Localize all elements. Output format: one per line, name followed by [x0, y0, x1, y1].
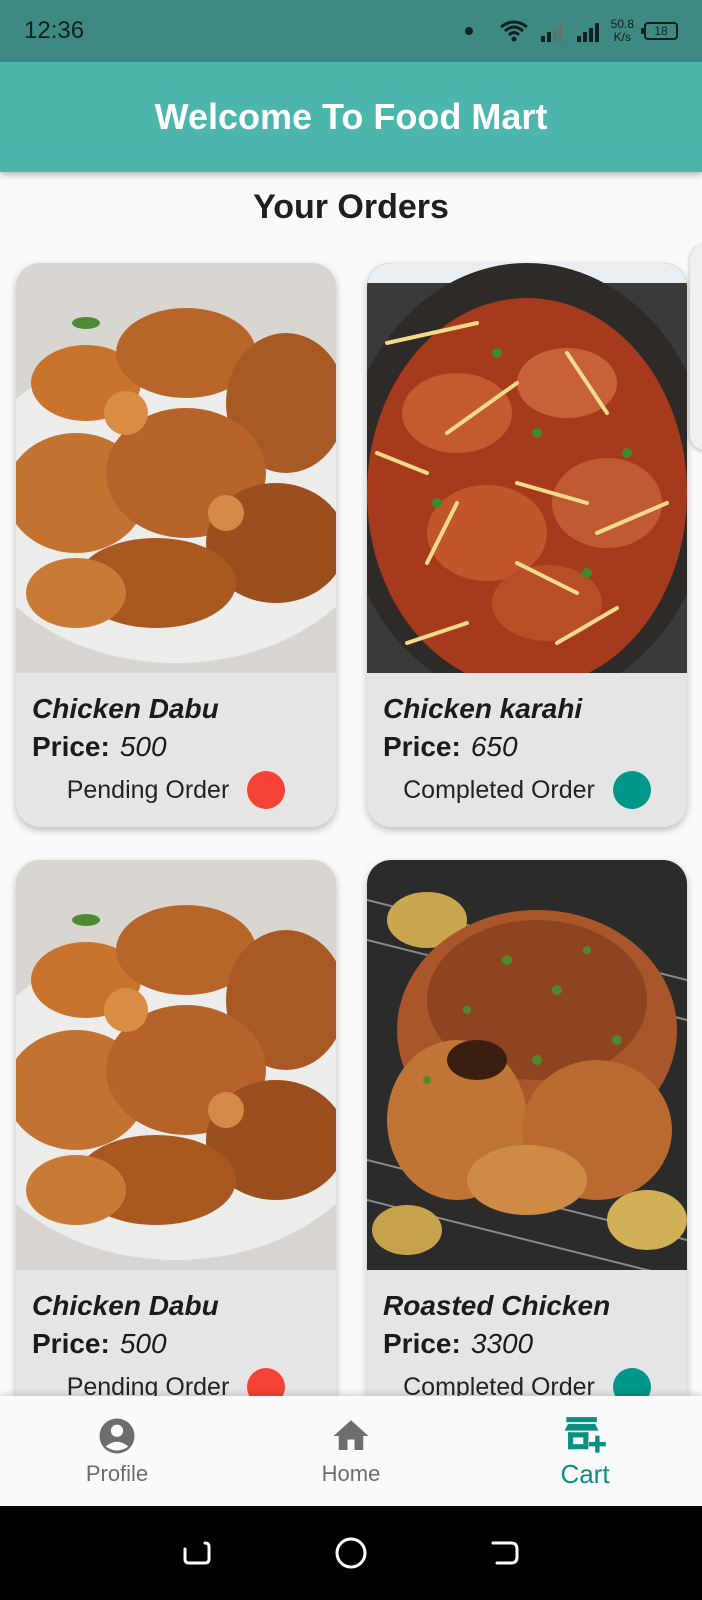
- signal-2-icon: [576, 23, 599, 42]
- back-icon[interactable]: [487, 1535, 523, 1571]
- order-card[interactable]: Chicken Dabu Price: 500 Pending Order: [16, 860, 336, 1424]
- nav-label: Profile: [85, 1461, 149, 1486]
- fried-chicken-image: [16, 860, 336, 1270]
- fried-chicken-image: [16, 263, 336, 673]
- app-title: Welcome To Food Mart: [154, 96, 548, 137]
- section-title: Your Orders: [253, 188, 449, 226]
- order-card[interactable]: Roasted Chicken Price: 3300 Completed Ord…: [367, 860, 687, 1424]
- app-bar: Welcome To Food Mart: [0, 62, 702, 172]
- order-card[interactable]: Chicken Dabu Price: 500 Pending Order: [16, 263, 336, 827]
- status-indicator-icon: [247, 771, 286, 809]
- nav-label: Home: [321, 1461, 381, 1486]
- chicken-karahi-image: [367, 263, 687, 673]
- battery-icon: 18: [641, 22, 678, 40]
- order-name: Roasted Chicken: [383, 1290, 611, 1321]
- status-bar: 12:36 50.8 K/s 18: [0, 0, 702, 62]
- price-row: Price: 650: [383, 731, 518, 762]
- order-card[interactable]: Chicken karahi Price: 650 Completed Order: [367, 263, 687, 827]
- status-time: 12:36: [24, 17, 85, 44]
- nav-item-home[interactable]: Home: [234, 1396, 468, 1506]
- order-status-row: Completed Order: [383, 771, 671, 809]
- nav-item-cart[interactable]: Cart: [468, 1396, 702, 1506]
- home-button-icon[interactable]: [333, 1535, 369, 1571]
- order-price: 500: [119, 1328, 167, 1359]
- roasted-chicken-image: [367, 860, 687, 1270]
- nav-label: Cart: [560, 1458, 610, 1489]
- peek-card: [690, 244, 702, 450]
- order-name: Chicken Dabu: [32, 693, 219, 724]
- order-name: Chicken karahi: [383, 693, 583, 724]
- order-price: 3300: [470, 1328, 534, 1359]
- system-navigation-bar: [0, 1506, 702, 1600]
- network-speed: 50.8 K/s: [610, 17, 634, 44]
- bottom-navigation: Profile Home Cart: [0, 1396, 702, 1506]
- home-icon: [333, 1420, 369, 1450]
- status-icons: 50.8 K/s 18: [464, 17, 678, 44]
- status-indicator-icon: [612, 771, 651, 809]
- recent-apps-icon[interactable]: [179, 1535, 215, 1571]
- account-circle-icon: [99, 1418, 135, 1454]
- order-price: 650: [470, 731, 518, 762]
- nav-item-profile[interactable]: Profile: [0, 1396, 234, 1506]
- order-status-row: Pending Order: [32, 771, 320, 809]
- order-price: 500: [119, 731, 167, 762]
- price-row: Price: 3300: [383, 1328, 534, 1359]
- order-status: Completed Order: [403, 775, 595, 804]
- signal-1-icon: [540, 23, 563, 42]
- price-row: Price: 500: [32, 1328, 167, 1359]
- notification-dot-icon: [464, 27, 473, 35]
- order-status: Pending Order: [66, 775, 230, 804]
- order-name: Chicken Dabu: [32, 1290, 219, 1321]
- wifi-icon: [499, 20, 528, 42]
- price-row: Price: 500: [32, 731, 167, 762]
- store-add-icon: [564, 1416, 606, 1453]
